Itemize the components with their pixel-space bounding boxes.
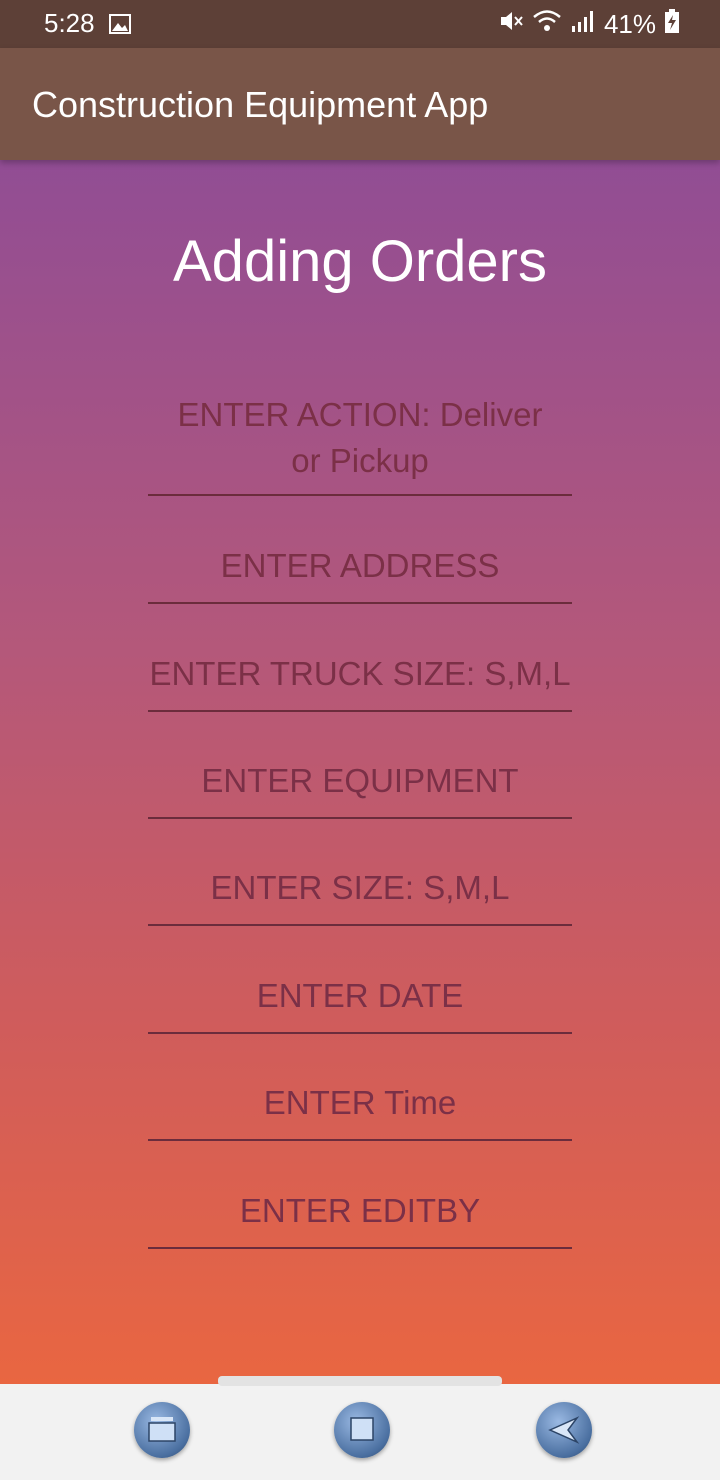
mute-icon — [498, 8, 524, 41]
action-placeholder: ENTER ACTION: Deliver or Pickup — [177, 396, 543, 479]
navigation-bar — [0, 1376, 720, 1480]
status-icons: 41% — [498, 8, 680, 41]
signal-icon — [570, 8, 596, 41]
image-icon — [109, 14, 131, 34]
status-time: 5:28 — [44, 8, 95, 38]
truck-size-placeholder: ENTER TRUCK SIZE: S,M,L — [149, 655, 571, 692]
action-field[interactable]: ENTER ACTION: Deliver or Pickup — [148, 382, 572, 496]
date-placeholder: ENTER DATE — [256, 977, 464, 1014]
date-field[interactable]: ENTER DATE — [148, 960, 572, 1034]
battery-charging-icon — [664, 8, 680, 41]
home-icon[interactable] — [334, 1402, 390, 1458]
editby-field[interactable]: ENTER EDITBY — [148, 1175, 572, 1249]
page-heading: Adding Orders — [173, 229, 547, 294]
recent-apps-icon[interactable] — [134, 1402, 190, 1458]
status-bar: 5:28 41% — [0, 0, 720, 48]
back-icon[interactable] — [536, 1402, 592, 1458]
battery-percent: 41% — [603, 9, 656, 39]
equipment-placeholder: ENTER EQUIPMENT — [201, 762, 519, 799]
app-bar: Construction Equipment App — [0, 48, 720, 160]
time-field[interactable]: ENTER Time — [148, 1067, 572, 1141]
content-area: Adding Orders ENTER ACTION: Deliver or P… — [0, 160, 720, 1384]
app-title: Construction Equipment App — [32, 84, 489, 125]
size-field[interactable]: ENTER SIZE: S,M,L — [148, 852, 572, 926]
scroll-handle[interactable] — [218, 1376, 502, 1386]
wifi-icon — [532, 8, 562, 41]
size-placeholder: ENTER SIZE: S,M,L — [210, 869, 510, 906]
editby-placeholder: ENTER EDITBY — [239, 1192, 481, 1229]
address-field[interactable]: ENTER ADDRESS — [148, 530, 572, 604]
time-placeholder: ENTER Time — [263, 1084, 457, 1121]
equipment-field[interactable]: ENTER EQUIPMENT — [148, 745, 572, 819]
truck-size-field[interactable]: ENTER TRUCK SIZE: S,M,L — [148, 638, 572, 712]
address-placeholder: ENTER ADDRESS — [220, 547, 500, 584]
